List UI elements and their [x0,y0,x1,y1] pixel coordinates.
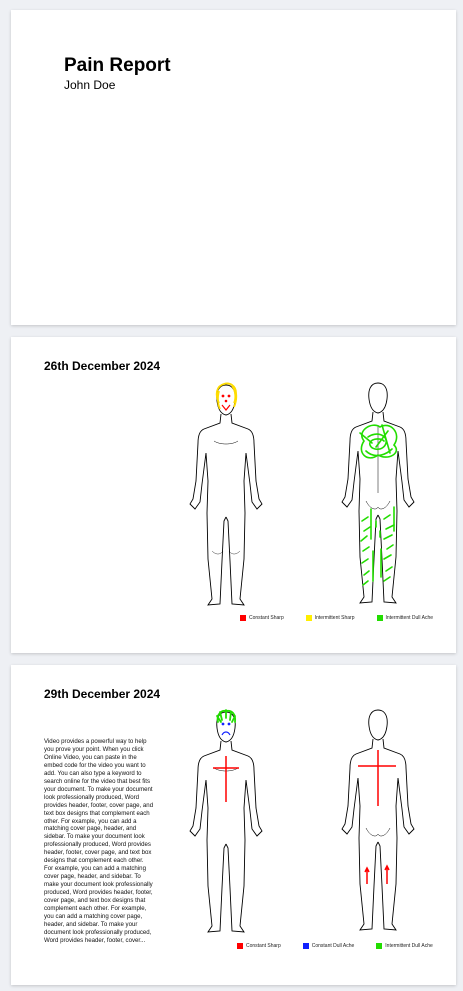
pain-legend: Constant Sharp Intermittent Sharp Interm… [240,615,433,621]
cover-page: Pain Report John Doe [11,10,456,325]
legend-item: Intermittent Dull Ache [376,615,434,621]
legend-item: Intermittent Dull Ache [376,943,433,949]
legend-label: Constant Dull Ache [311,943,355,949]
legend-swatch [376,615,383,621]
red-pain-marks [213,756,239,802]
legend-swatch [237,943,243,949]
pain-legend: Constant Sharp Constant Dull Ache Interm… [237,943,433,949]
legend-swatch [302,943,309,949]
legend-label: Intermittent Dull Ache [385,943,433,949]
legend-label: Constant Sharp [246,943,281,949]
red-pain-marks [358,750,396,884]
green-pain-marks [359,424,398,586]
red-pain-marks [221,394,231,411]
legend-item: Constant Sharp [240,615,284,621]
legend-item: Constant Dull Ache [302,943,355,949]
entry-date: 26th December 2024 [44,359,161,373]
entry-page-2: 29th December 2024 Video provides a powe… [11,665,456,985]
legend-label: Constant Sharp [249,615,284,621]
yellow-pain-marks [215,382,238,410]
entry-page-1: 26th December 2024 Constant Sharp Interm… [11,337,456,653]
green-pain-marks [216,709,237,723]
patient-name: John Doe [64,78,116,92]
body-back-figure [341,382,415,604]
legend-item: Intermittent Sharp [305,615,355,621]
report-title: Pain Report [64,55,171,76]
legend-label: Intermittent Sharp [314,615,355,621]
blue-pain-marks [221,722,231,736]
legend-swatch [376,943,383,949]
legend-item: Constant Sharp [237,943,281,949]
entry-notes: Video provides a powerful way to help yo… [44,738,154,944]
body-back-figure [341,709,415,931]
legend-swatch [240,615,246,621]
legend-swatch [305,615,312,621]
body-front-figure [189,709,263,933]
body-front-figure [189,382,263,606]
legend-label: Intermittent Dull Ache [385,615,434,621]
entry-date: 29th December 2024 [44,687,161,701]
